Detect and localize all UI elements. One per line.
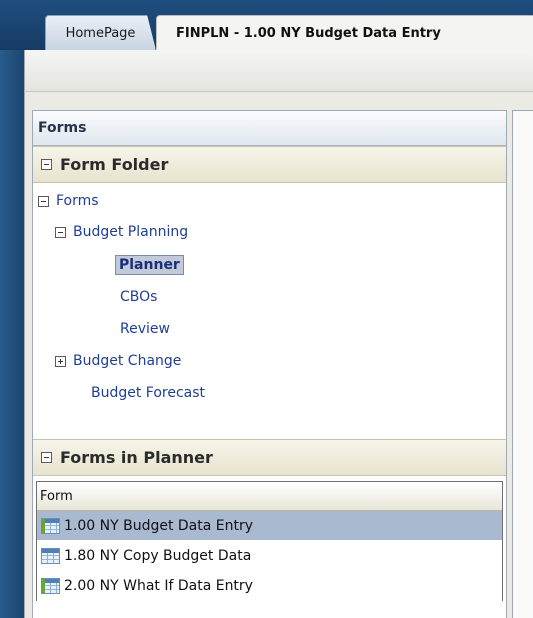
table-row[interactable]: 1.80 NY Copy Budget Data <box>37 541 502 571</box>
tree-item-label: Review <box>120 321 170 337</box>
tree-item-label: Budget Change <box>73 353 182 369</box>
tab-homepage[interactable]: HomePage <box>45 15 156 50</box>
form-folder-title: Form Folder <box>60 155 169 174</box>
tree-item-budget-forecast[interactable]: Budget Forecast <box>91 381 205 405</box>
form-grid-icon <box>41 517 60 534</box>
collapse-icon[interactable] <box>41 159 52 170</box>
tree-item-budget-planning[interactable]: Budget Planning <box>55 220 188 244</box>
tree-item-budget-change[interactable]: Budget Change <box>55 349 181 373</box>
tab-strip: HomePage FINPLN - 1.00 NY Budget Data En… <box>0 0 533 50</box>
toolbar-band <box>24 50 533 92</box>
tab-active-label: FINPLN - 1.00 NY Budget Data Entry <box>176 25 441 41</box>
tab-budget-data-entry[interactable]: FINPLN - 1.00 NY Budget Data Entry <box>156 15 533 50</box>
right-panel-edge <box>512 110 533 618</box>
tab-homepage-label: HomePage <box>65 25 136 41</box>
forms-in-planner-title: Forms in Planner <box>60 448 213 467</box>
tree-item-planner[interactable]: Planner <box>115 253 184 277</box>
form-row-label: 1.80 NY Copy Budget Data <box>64 547 252 564</box>
panel-title: Forms <box>33 111 506 146</box>
tree-item-label: CBOs <box>120 289 158 305</box>
form-row-label: 2.00 NY What If Data Entry <box>64 577 253 594</box>
forms-table: Form 1.00 NY Budget Data Entry 1.80 NY C… <box>36 481 503 601</box>
tree-item-label: Budget Planning <box>73 224 189 240</box>
form-folder-header[interactable]: Form Folder <box>33 146 506 183</box>
tree-item-cbos[interactable]: CBOs <box>120 285 157 309</box>
tree-item-label: Budget Forecast <box>91 385 206 401</box>
form-row-label: 1.00 NY Budget Data Entry <box>64 517 254 534</box>
tree-item-label: Planner <box>115 255 184 275</box>
column-header-label: Form <box>40 488 73 504</box>
form-grid-icon <box>41 547 60 564</box>
tree-item-label: Forms <box>56 193 99 209</box>
collapse-icon[interactable] <box>55 226 66 238</box>
expand-icon[interactable] <box>55 355 66 367</box>
form-folder-tree: Forms Budget Planning Planner CBOs Revie… <box>33 183 506 418</box>
tree-item-review[interactable]: Review <box>120 317 170 341</box>
form-grid-icon <box>41 577 60 594</box>
table-row[interactable]: 1.00 NY Budget Data Entry <box>37 511 502 541</box>
panel-title-label: Forms <box>38 120 87 136</box>
column-header-form[interactable]: Form <box>37 482 502 511</box>
collapse-icon[interactable] <box>41 452 52 463</box>
forms-panel: Forms Form Folder Forms Budget Planning … <box>32 110 507 618</box>
left-side-strip <box>0 50 24 618</box>
forms-list-section: Forms in Planner Form 1.00 NY Budget Dat… <box>33 439 506 618</box>
forms-in-planner-header[interactable]: Forms in Planner <box>33 439 506 476</box>
tree-item-forms[interactable]: Forms <box>38 189 99 213</box>
collapse-icon[interactable] <box>38 195 49 207</box>
table-row[interactable]: 2.00 NY What If Data Entry <box>37 571 502 601</box>
